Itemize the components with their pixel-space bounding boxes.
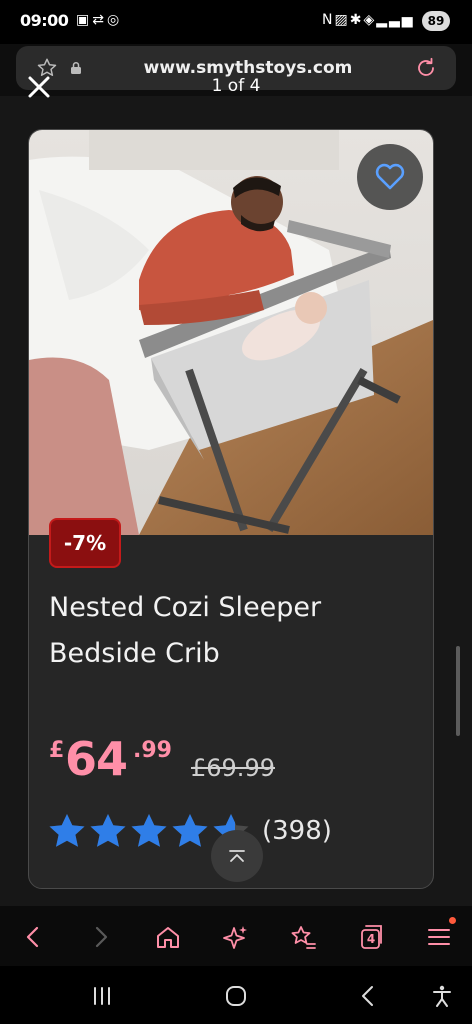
rating-star <box>49 814 85 847</box>
price-currency: £ <box>49 738 65 763</box>
settings-icon: ✱ <box>349 12 364 28</box>
reload-icon[interactable] <box>414 56 438 80</box>
status-time: 09:00 <box>20 11 69 30</box>
scroll-to-top-button[interactable] <box>211 830 263 882</box>
heart-icon <box>375 163 405 190</box>
status-system-icons: N▨✱◈▂▃▅ <box>322 12 415 28</box>
screenshot-icon: ▣ <box>76 12 93 28</box>
hotspot-icon: ◎ <box>106 12 123 28</box>
signal-icon: ▂▃▅ <box>376 12 415 28</box>
ai-sparkle-icon[interactable] <box>222 924 250 950</box>
close-icon[interactable] <box>26 74 52 100</box>
recents-icon[interactable] <box>90 984 114 1008</box>
tab-count: 4 <box>366 932 376 946</box>
chevron-up-icon <box>229 850 245 862</box>
home-circle-icon[interactable] <box>224 984 248 1008</box>
nfc-icon: N <box>322 12 335 28</box>
rating-star <box>90 814 126 847</box>
bookmarks-icon[interactable] <box>289 924 317 950</box>
lock-icon <box>71 61 81 74</box>
menu-notification-dot <box>449 917 456 924</box>
wishlist-button[interactable] <box>357 144 423 210</box>
status-notification-icons: ▣⇄◎ <box>76 12 122 28</box>
rating-star <box>172 814 208 847</box>
rating-star <box>131 814 167 847</box>
product-title[interactable]: Nested Cozi Sleeper Bedside Crib <box>49 585 419 677</box>
discount-badge: -7% <box>49 518 121 568</box>
back-nav-icon[interactable] <box>356 984 380 1008</box>
image-counter: 1 of 4 <box>211 76 261 96</box>
review-count[interactable]: (398) <box>262 816 332 846</box>
battery-indicator: 89 <box>422 11 450 31</box>
price-decimal: .99 <box>133 738 172 763</box>
url-text[interactable]: www.smythstoys.com <box>92 58 404 78</box>
menu-icon[interactable] <box>425 924 453 950</box>
back-icon[interactable] <box>19 924 47 950</box>
was-price: £69.99 <box>191 754 275 782</box>
forward-icon[interactable] <box>87 924 115 950</box>
tabs-button[interactable]: 4 <box>357 923 383 951</box>
accessibility-icon[interactable] <box>430 984 454 1008</box>
home-icon[interactable] <box>154 924 182 950</box>
product-card[interactable]: -7% Nested Cozi Sleeper Bedside Crib £ 6… <box>28 129 434 889</box>
wifi-icon: ◈ <box>363 12 377 28</box>
price-integer: 64 <box>65 732 128 786</box>
car-icon: ⇄ <box>92 12 107 28</box>
nfc-alt-icon: ▨ <box>334 12 350 28</box>
page-scrollbar[interactable] <box>456 646 460 736</box>
